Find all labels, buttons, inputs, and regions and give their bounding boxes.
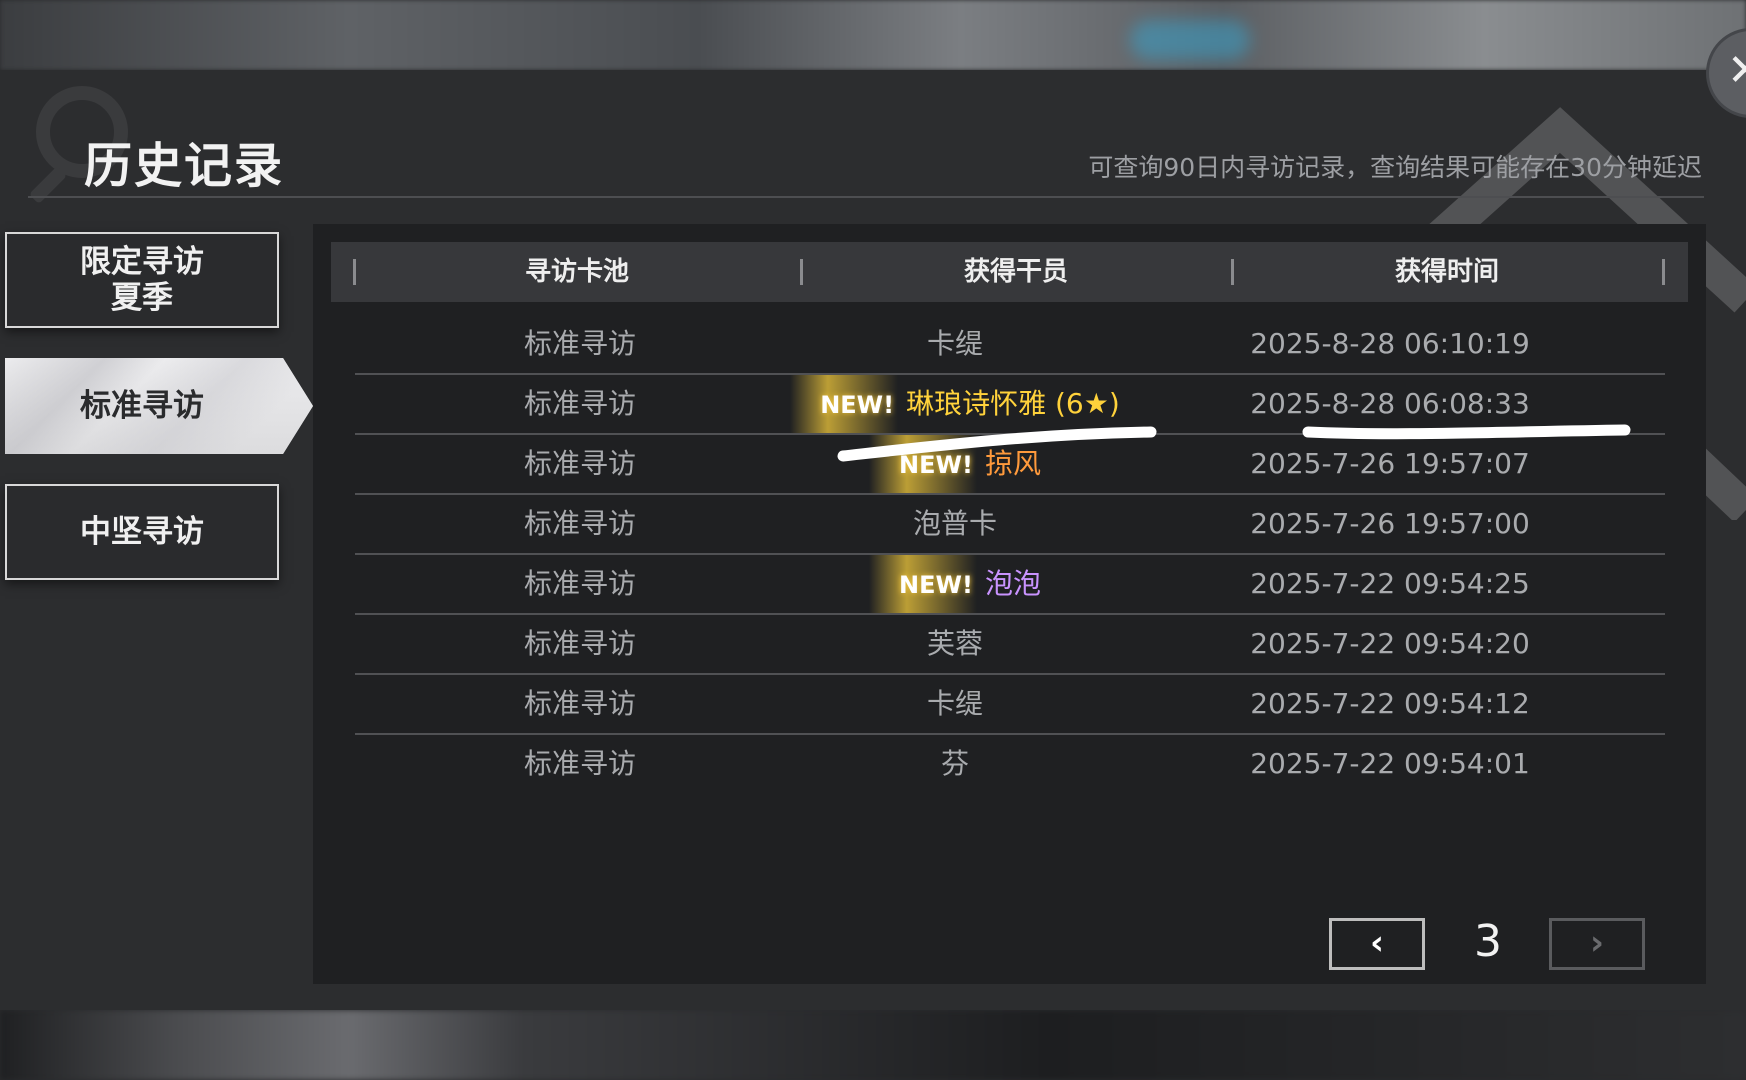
chevron-right-icon: ›	[1589, 923, 1604, 963]
cell-pool: 标准寻访	[523, 747, 636, 780]
cell-pool: 标准寻访	[523, 447, 636, 480]
cell-pool: 标准寻访	[523, 387, 636, 420]
table-row: 标准寻访 芙蓉 2025-7-22 09:54:20	[355, 614, 1665, 674]
next-page-button[interactable]: ›	[1549, 918, 1645, 970]
cell-operator: 卡缇	[775, 674, 1135, 734]
operator-name: 泡泡	[984, 567, 1041, 600]
table-row: 标准寻访 NEW! 泡泡 2025-7-22 09:54:25	[355, 554, 1665, 615]
cell-operator: 卡缇	[775, 314, 1135, 374]
background-bottom	[0, 1010, 1746, 1080]
cell-time: 2025-7-22 09:54:25	[1250, 567, 1530, 600]
table-row: 标准寻访 卡缇 2025-8-28 06:10:19	[355, 314, 1665, 374]
table-row: 标准寻访 芬 2025-7-22 09:54:01	[355, 734, 1665, 794]
prev-page-button[interactable]: ‹	[1329, 918, 1425, 970]
cell-pool: 标准寻访	[523, 507, 636, 540]
close-icon: ✕	[1727, 45, 1746, 96]
cell-operator: 芙蓉	[775, 614, 1135, 674]
new-badge: NEW!	[790, 375, 899, 435]
cell-operator: NEW! 泡泡	[775, 554, 1135, 615]
sidebar-item-core[interactable]: 中坚寻访	[5, 484, 279, 580]
cell-pool: 标准寻访	[523, 567, 636, 600]
cell-pool: 标准寻访	[523, 627, 636, 660]
table-header: 寻访卡池 获得干员 获得时间	[331, 242, 1688, 302]
cell-operator: 泡普卡	[775, 494, 1135, 554]
chevron-left-icon: ‹	[1369, 923, 1384, 963]
sidebar-item-label: 标准寻访	[80, 388, 204, 424]
title-divider	[28, 196, 1704, 198]
table-row: 标准寻访 泡普卡 2025-7-26 19:57:00	[355, 494, 1665, 554]
cell-time: 2025-7-26 19:57:07	[1250, 447, 1530, 480]
cell-operator: NEW! 琳琅诗怀雅 (6★)	[775, 374, 1135, 435]
cell-time: 2025-7-22 09:54:20	[1250, 627, 1530, 660]
page-title: 历史记录	[84, 138, 285, 194]
operator-name: 泡普卡	[912, 507, 997, 540]
cell-time: 2025-8-28 06:10:19	[1250, 327, 1530, 360]
operator-name: 芙蓉	[926, 627, 983, 660]
column-header-pool: 寻访卡池	[524, 257, 629, 287]
sidebar-item-limited-summer[interactable]: 限定寻访 夏季	[5, 232, 279, 328]
new-badge: NEW!	[869, 435, 977, 495]
table-row: 标准寻访 NEW! 琳琅诗怀雅 (6★) 2025-8-28 06:08:33	[355, 374, 1665, 435]
operator-name: 琳琅诗怀雅 (6★)	[906, 387, 1120, 420]
operator-name: 芬	[940, 747, 969, 780]
sidebar-item-label: 限定寻访	[80, 244, 204, 280]
history-table: 寻访卡池 获得干员 获得时间 标准寻访 卡缇 2025-8-28 06:10:19 标…	[313, 224, 1706, 984]
new-badge: NEW!	[869, 555, 977, 615]
sidebar-item-standard[interactable]: 标准寻访	[5, 358, 313, 454]
header-separator	[1662, 259, 1665, 285]
cell-time: 2025-8-28 06:08:33	[1250, 387, 1530, 420]
cell-time: 2025-7-22 09:54:12	[1250, 687, 1530, 720]
background-top	[0, 0, 1746, 70]
column-header-operator: 获得干员	[963, 257, 1068, 287]
table-row: 标准寻访 NEW! 掠风 2025-7-26 19:57:07	[355, 434, 1665, 495]
cell-operator: 芬	[775, 734, 1135, 794]
operator-name: 卡缇	[926, 327, 983, 360]
cell-time: 2025-7-22 09:54:01	[1250, 747, 1530, 780]
cell-time: 2025-7-26 19:57:00	[1250, 507, 1530, 540]
operator-name: 卡缇	[926, 687, 983, 720]
sidebar-item-sublabel: 夏季	[111, 280, 173, 316]
sidebar-item-label: 中坚寻访	[80, 514, 204, 550]
cell-operator: NEW! 掠风	[775, 434, 1135, 495]
cell-pool: 标准寻访	[523, 687, 636, 720]
page-number: 3	[1474, 916, 1502, 967]
table-row: 标准寻访 卡缇 2025-7-22 09:54:12	[355, 674, 1665, 734]
page-subtitle: 可查询90日内寻访记录，查询结果可能存在30分钟延迟	[1088, 153, 1702, 182]
cell-pool: 标准寻访	[523, 327, 636, 360]
operator-name: 掠风	[984, 447, 1041, 480]
column-header-time: 获得时间	[1394, 257, 1499, 287]
